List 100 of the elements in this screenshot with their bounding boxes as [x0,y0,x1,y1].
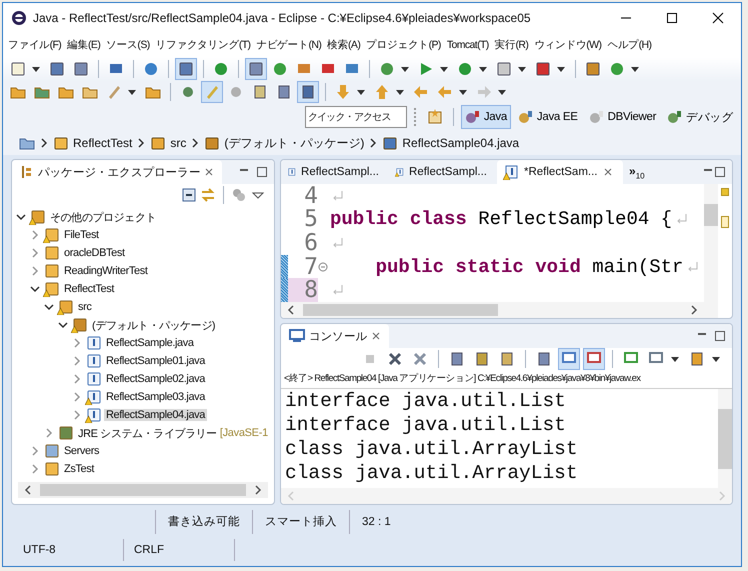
dropdown-arrow-icon[interactable] [712,356,720,362]
eclipse-logo-icon [11,10,27,26]
chevron-right-icon[interactable] [30,230,40,240]
vertical-scrollbar[interactable] [718,389,732,488]
dropdown-arrow-icon[interactable] [518,66,526,72]
console-icon [289,329,305,343]
chevron-right-icon[interactable] [30,464,40,474]
menu-item[interactable]: Tomcat(T) [444,39,492,51]
tree-item[interactable]: ReflectSample.java [104,337,196,349]
line-number: 8 [288,278,318,302]
scroll-right-icon[interactable] [254,485,262,495]
tree-item[interactable]: ReflectSample02.java [104,373,208,385]
close-icon[interactable] [204,167,214,177]
perspective-button[interactable]: デバッグ [663,105,737,129]
editor-tab[interactable]: ReflectSampl... [389,160,497,184]
menu-item[interactable]: ソース(S) [103,38,153,52]
chevron-right-icon[interactable] [72,338,82,348]
dropdown-arrow-icon[interactable] [459,90,467,94]
breadcrumb-item[interactable]: src [150,135,186,151]
dropdown-arrow-icon[interactable] [557,66,565,72]
quick-access-field[interactable]: クイック・アクセス [304,106,407,128]
maximize-icon[interactable] [714,330,726,342]
chevron-right-icon[interactable] [30,248,40,258]
up-arrow-icon [374,84,390,100]
menu-item[interactable]: ヘルプ(H) [604,38,654,52]
chevron-right-icon[interactable] [44,428,54,438]
status-text: スマート挿入 [252,510,349,534]
view-tab[interactable]: パッケージ・エクスプローラー [12,160,222,184]
horizontal-scrollbar[interactable] [18,482,268,498]
menu-item[interactable]: ファイル(F) [5,38,64,52]
perspective-button[interactable]: Java EE [514,105,582,129]
breadcrumb-item[interactable]: ReflectSample04.java [382,135,520,151]
close-icon[interactable] [371,331,382,341]
dropdown-arrow-icon[interactable] [479,66,487,72]
vertical-scrollbar[interactable] [704,184,718,318]
chevron-right-icon[interactable] [72,374,82,384]
scroll-left-icon[interactable] [287,304,295,315]
editor-tab[interactable]: *ReflectSam... [497,160,623,184]
menu-item[interactable]: ナビゲート(N) [253,38,324,52]
chevron-down-icon[interactable] [16,212,26,222]
scroll-left-icon[interactable] [24,485,32,495]
tree-item[interactable]: Servers [62,445,102,457]
maximize-icon[interactable] [714,166,726,178]
tree-item[interactable]: その他のプロジェクト [48,210,158,224]
chevron-right-icon[interactable] [72,392,82,402]
chevron-down-icon[interactable] [58,320,68,330]
menu-item[interactable]: 編集(E) [64,38,104,52]
menu-item[interactable]: 実行(R) [492,38,532,52]
menu-item[interactable]: ウィンドウ(W) [531,38,604,52]
tree-item[interactable]: ReadingWriterTest [62,265,150,277]
tree-item[interactable]: ReflectTest [62,283,116,295]
dropdown-arrow-icon[interactable] [128,90,136,94]
tree-item[interactable]: (デフォルト・パッケージ) [90,318,218,332]
menu-item[interactable]: リファクタリング(T) [152,38,254,52]
dropdown-arrow-icon[interactable] [32,66,40,72]
chevron-right-icon[interactable] [72,410,82,420]
perspective-button[interactable]: Java [460,105,511,129]
fold-icon[interactable] [318,262,328,272]
tree-item[interactable]: ReflectSample03.java [104,391,208,403]
chevron-right-icon[interactable] [30,446,40,456]
document-icon [276,84,292,100]
menu-item[interactable]: プロジェクト(P) [363,38,444,52]
tab-overflow-button[interactable]: »$_{10}$ [629,164,645,180]
breadcrumb-item[interactable]: ReflectTest [53,135,132,151]
breadcrumb-item[interactable]: (デフォルト・パッケージ) [204,134,364,152]
menu-item[interactable]: 検索(A) [324,38,364,52]
tree-item[interactable]: oracleDBTest [62,247,127,259]
status-text: 32 : 1 [349,510,403,534]
dropdown-arrow-icon[interactable] [631,66,639,72]
chevron-right-icon[interactable] [30,266,40,276]
dropdown-arrow-icon[interactable] [401,66,409,72]
view-tab[interactable]: コンソール [281,324,390,348]
tree-item[interactable]: src [76,301,94,313]
collapse-all-icon[interactable] [181,187,197,203]
maximize-icon[interactable] [256,166,268,178]
status-text: CRLF [124,539,235,561]
dropdown-arrow-icon[interactable] [357,90,365,94]
perspective-icon [464,109,481,125]
warning-marker[interactable] [721,216,729,228]
perspective-button[interactable]: DBViewer [584,105,660,129]
tree-item[interactable]: JRE システム・ライブラリー [76,426,219,440]
dropdown-arrow-icon[interactable] [671,356,679,362]
chevron-right-icon[interactable] [72,356,82,366]
tree-item[interactable]: ReflectSample01.java [104,355,208,367]
chevron-down-icon[interactable] [44,302,54,312]
console-button[interactable] [583,348,605,370]
dropdown-arrow-icon[interactable] [396,90,404,94]
close-icon[interactable] [602,167,612,177]
dropdown-arrow-icon[interactable] [440,66,448,72]
editor-tab[interactable]: ReflectSampl... [281,160,389,184]
tree-item[interactable]: FileTest [62,229,101,241]
dropdown-arrow-icon[interactable] [498,90,506,94]
console-button[interactable] [558,348,580,370]
tree-item[interactable]: ZsTest [62,463,96,475]
code-line: public static void main(Str [374,256,684,278]
tree-item[interactable]: ReflectSample04.java [104,409,208,421]
horizontal-scrollbar[interactable] [281,302,704,318]
chevron-down-icon[interactable] [30,284,40,294]
warning-marker[interactable] [721,188,729,196]
scroll-right-icon[interactable] [690,304,698,315]
